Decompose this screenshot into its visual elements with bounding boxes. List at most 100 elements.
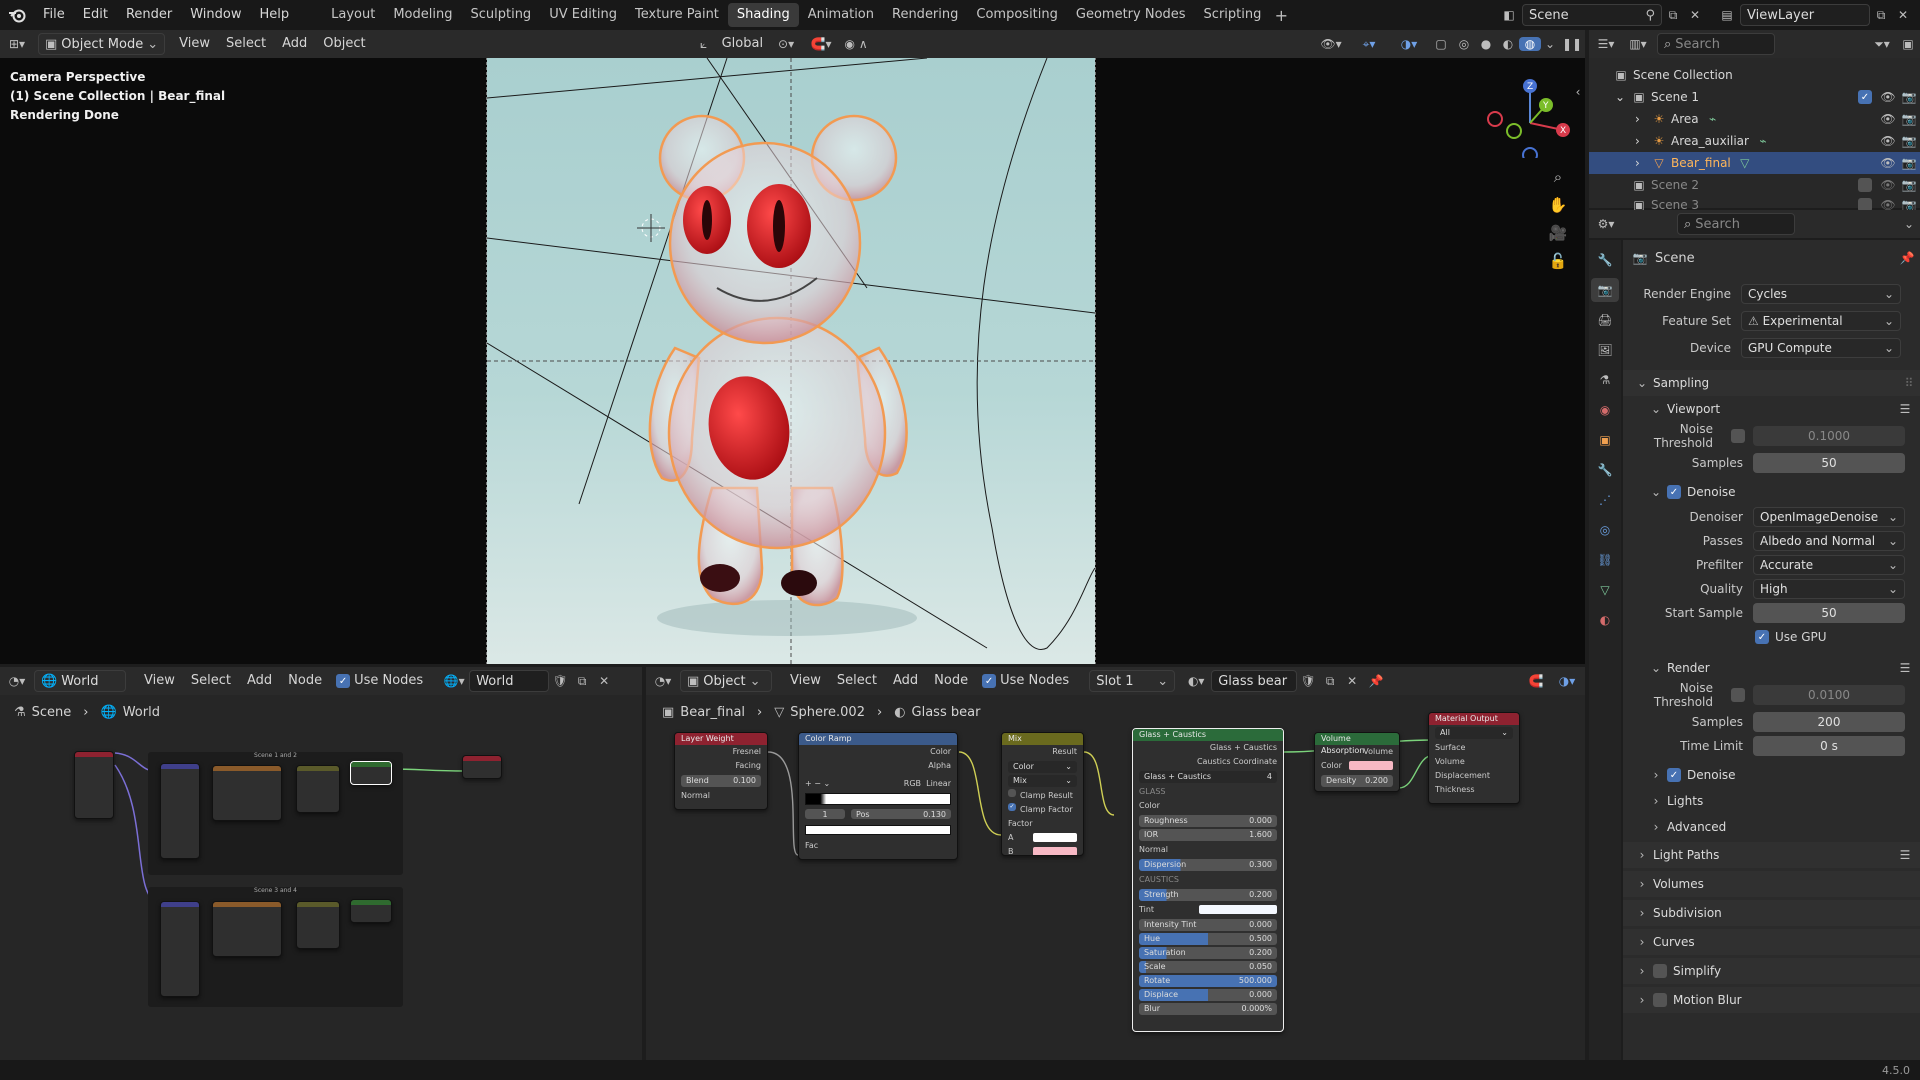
outliner-item-scene2[interactable]: ▣ Scene 2 👁 📷 bbox=[1589, 174, 1920, 196]
glass-slider-field[interactable]: Blur 0.000% bbox=[1139, 1003, 1277, 1015]
eye-icon[interactable]: 👁 bbox=[1878, 134, 1898, 148]
new-scene-icon[interactable]: ⧉ bbox=[1662, 8, 1684, 23]
material-tab-icon[interactable]: ◐ bbox=[1600, 608, 1610, 632]
material-datablock-field[interactable]: Glass bear bbox=[1211, 670, 1298, 692]
physics-tab-icon[interactable]: ◎ bbox=[1600, 518, 1610, 542]
pin-icon[interactable]: 📌 bbox=[1363, 674, 1389, 688]
glass-slider-field[interactable]: Roughness 0.000 bbox=[1139, 815, 1277, 827]
glass-slider-field[interactable]: Saturation 0.200 bbox=[1139, 947, 1277, 959]
vp-samples-field[interactable]: 50 bbox=[1753, 453, 1905, 473]
outliner-item-area-auxiliar[interactable]: › ☀ Area_auxiliar ⌁ 👁 📷 bbox=[1589, 130, 1920, 152]
color-ramp-node[interactable]: Color Ramp Color Alpha + − ⌄ RGB Linear 1… bbox=[798, 732, 958, 860]
sidebar-toggle-icon[interactable]: ‹ bbox=[1572, 82, 1584, 102]
chevron-right-icon[interactable]: › bbox=[1635, 134, 1651, 148]
mix-type-dropdown[interactable]: Color ⌄ bbox=[1008, 761, 1077, 773]
outliner-item-area[interactable]: › ☀ Area ⌁ 👁 📷 bbox=[1589, 108, 1920, 130]
pin-icon[interactable]: 📌 bbox=[1894, 251, 1920, 265]
shader-menu-view[interactable]: View bbox=[782, 670, 829, 692]
material-output-node[interactable]: Material Output All ⌄ Surface Volume Disp… bbox=[1428, 712, 1520, 804]
ramp-add-remove-icons[interactable]: + − ⌄ bbox=[805, 777, 830, 791]
viewport-subpanel-header[interactable]: ⌄ Viewport ☰ bbox=[1623, 396, 1920, 422]
world-menu-view[interactable]: View bbox=[136, 670, 183, 692]
transform-orientation-dropdown[interactable]: Global bbox=[714, 33, 771, 55]
navigation-gizmo[interactable]: Z X Y bbox=[1480, 68, 1570, 163]
lock-camera-icon[interactable]: 🔓 bbox=[1547, 250, 1569, 272]
vp-noise-threshold-field[interactable]: 0.1000 bbox=[1753, 426, 1905, 446]
properties-search-input[interactable]: ⌕ Search bbox=[1677, 213, 1795, 235]
tab-shading[interactable]: Shading bbox=[727, 3, 799, 27]
world-node-env-2[interactable] bbox=[212, 901, 282, 957]
subdivision-panel-header[interactable]: › Subdivision bbox=[1623, 900, 1920, 926]
shading-options-icon[interactable]: ⌄ bbox=[1541, 37, 1559, 51]
data-tab-icon[interactable]: ▽ bbox=[1600, 578, 1609, 602]
advanced-subpanel-header[interactable]: › Advanced bbox=[1623, 814, 1920, 840]
glass-slider-field[interactable]: Displace 0.000 bbox=[1139, 989, 1277, 1001]
r-noise-threshold-field[interactable]: 0.0100 bbox=[1753, 685, 1905, 705]
world-node-env-1[interactable] bbox=[212, 765, 282, 821]
glass-caustics-node[interactable]: Glass + Caustics Glass + Caustics Causti… bbox=[1132, 728, 1284, 1032]
tint-row[interactable]: Tint bbox=[1133, 903, 1283, 917]
pan-hand-icon[interactable]: ✋ bbox=[1547, 194, 1569, 216]
material-shading-icon[interactable]: ◐ bbox=[1497, 37, 1519, 51]
time-limit-field[interactable]: 0 s bbox=[1753, 736, 1905, 756]
proportional-edit-icon[interactable]: ◉ ∧ bbox=[841, 37, 871, 51]
constraints-tab-icon[interactable]: ⛓ bbox=[1597, 548, 1612, 572]
denoise-checkbox[interactable]: ✓ bbox=[1667, 768, 1681, 782]
outliner-item-bear-final[interactable]: › ▽ Bear_final ▽ 👁 📷 bbox=[1589, 152, 1920, 174]
delete-scene-icon[interactable]: ✕ bbox=[1684, 8, 1706, 22]
output-target-dropdown[interactable]: All ⌄ bbox=[1435, 727, 1513, 739]
tool-tab-icon[interactable]: 🔧 bbox=[1598, 248, 1613, 272]
feature-set-dropdown[interactable]: ⚠ Experimental ⌄ bbox=[1741, 311, 1901, 331]
camera-icon[interactable]: 📷 bbox=[1898, 90, 1920, 104]
blender-logo-icon[interactable] bbox=[0, 0, 34, 30]
glass-slider-field[interactable]: Rotate 500.000 bbox=[1139, 975, 1277, 987]
overlay-icon[interactable]: ◑▾ bbox=[1549, 674, 1585, 688]
pause-render-icon[interactable]: ❚❚ bbox=[1559, 37, 1585, 51]
shader-type-dropdown[interactable]: 🌐 World bbox=[34, 670, 126, 692]
shader-type-dropdown[interactable]: ▣ Object ⌄ bbox=[680, 670, 772, 692]
camera-icon[interactable]: 📷 bbox=[1898, 112, 1920, 126]
chevron-down-icon[interactable]: ⌄ bbox=[1898, 217, 1920, 231]
layer-weight-node[interactable]: Layer Weight Fresnel Facing Blend 0.100 N… bbox=[674, 732, 768, 810]
mix-node[interactable]: Mix Result Color ⌄ Mix ⌄ Clamp Result ✓ Cla… bbox=[1001, 732, 1084, 856]
glass-slider-field[interactable]: Strength 0.200 bbox=[1139, 889, 1277, 901]
noise-threshold-checkbox[interactable] bbox=[1731, 429, 1745, 443]
ramp-color-swatch[interactable] bbox=[805, 825, 951, 835]
editor-type-icon[interactable]: ◔▾ bbox=[0, 674, 34, 688]
prefilter-dropdown[interactable]: Accurate ⌄ bbox=[1753, 555, 1905, 575]
exclude-checkbox[interactable]: ✓ bbox=[1858, 90, 1872, 104]
3d-viewport[interactable]: Camera Perspective (1) Scene Collection … bbox=[0, 58, 1585, 664]
world-node-mapping-2[interactable] bbox=[160, 901, 200, 997]
object-tab-icon[interactable]: ▣ bbox=[1599, 428, 1610, 452]
slot-dropdown[interactable]: Slot 1 ⌄ bbox=[1089, 670, 1176, 692]
view-layer-tab-icon[interactable]: 🖼 bbox=[1597, 338, 1612, 362]
camera-view-icon[interactable]: 🎥 bbox=[1547, 222, 1569, 244]
chevron-down-icon[interactable]: ⌄ bbox=[1615, 90, 1631, 104]
tab-texture-paint[interactable]: Texture Paint bbox=[626, 3, 728, 27]
world-browse-icon[interactable]: 🌐▾ bbox=[439, 674, 469, 688]
rendered-camera-view[interactable] bbox=[486, 58, 1096, 664]
presets-icon[interactable]: ☰ bbox=[1890, 402, 1920, 416]
rendered-shading-icon[interactable]: ◍ bbox=[1519, 37, 1541, 51]
simplify-panel-header[interactable]: › Simplify bbox=[1623, 958, 1920, 984]
tint-color-swatch[interactable] bbox=[1199, 905, 1277, 914]
clamp-factor-checkbox[interactable]: ✓ bbox=[1008, 803, 1016, 811]
a-color-swatch[interactable] bbox=[1033, 833, 1077, 842]
motion-blur-panel-header[interactable]: › Motion Blur bbox=[1623, 987, 1920, 1013]
scene-tab-icon[interactable]: ⚗ bbox=[1600, 368, 1611, 392]
motion-blur-checkbox[interactable] bbox=[1653, 993, 1667, 1007]
eye-icon[interactable]: 👁 bbox=[1878, 178, 1898, 192]
world-node-background-2[interactable] bbox=[350, 899, 392, 923]
ramp-pos-field[interactable]: Pos 0.130 bbox=[851, 809, 951, 819]
ramp-mode[interactable]: RGB bbox=[904, 779, 921, 788]
denoise-checkbox[interactable]: ✓ bbox=[1667, 485, 1681, 499]
add-workspace-icon[interactable]: + bbox=[1270, 6, 1292, 25]
clamp-result-checkbox[interactable] bbox=[1008, 789, 1016, 797]
properties-editor-icon[interactable]: ⚙▾ bbox=[1589, 217, 1623, 231]
presets-icon[interactable]: ☰ bbox=[1890, 661, 1920, 675]
device-dropdown[interactable]: GPU Compute ⌄ bbox=[1741, 338, 1901, 358]
tab-animation[interactable]: Animation bbox=[799, 3, 883, 27]
outliner-root[interactable]: ▣ Scene Collection bbox=[1589, 64, 1920, 86]
r-samples-field[interactable]: 200 bbox=[1753, 712, 1905, 732]
r-denoise-subpanel-header[interactable]: › ✓ Denoise bbox=[1623, 762, 1920, 788]
